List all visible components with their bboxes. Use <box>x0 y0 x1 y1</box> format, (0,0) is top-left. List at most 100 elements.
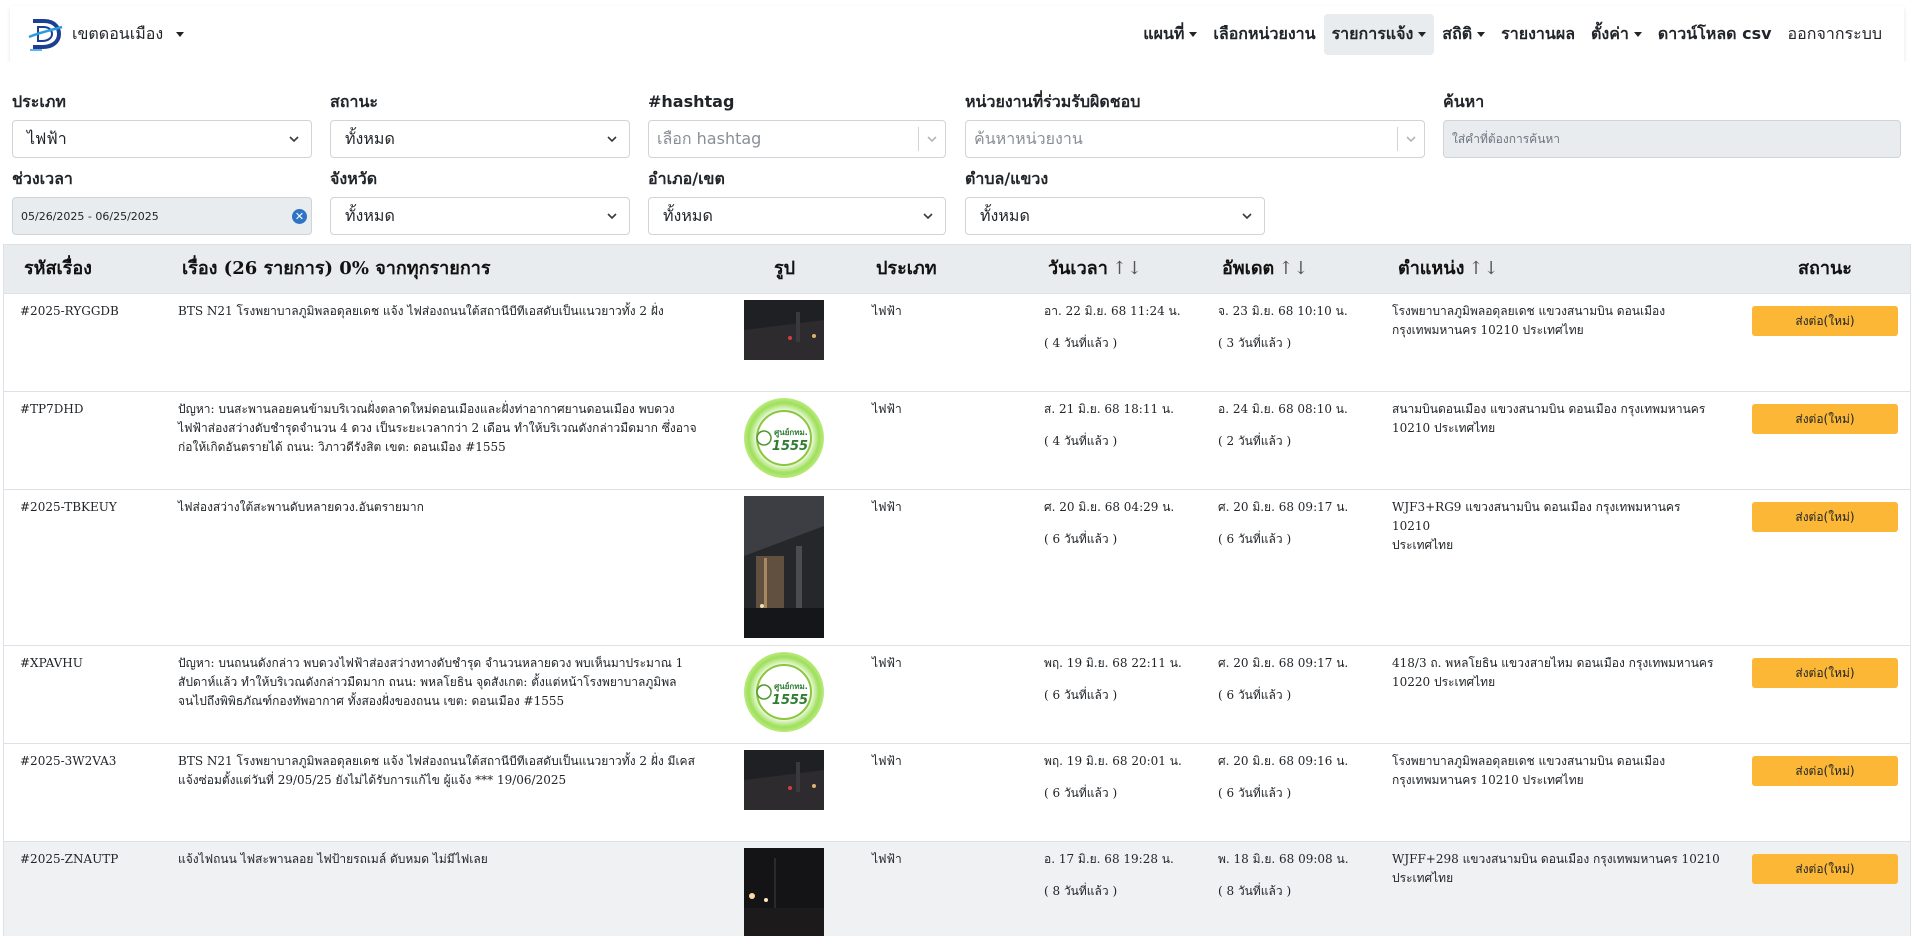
report-photo[interactable] <box>744 750 824 810</box>
report-title-line: ไฟฟ้าส่องสว่างดับชำรุดจำนวน 4 ดวง เป็นระ… <box>178 421 697 435</box>
district-select[interactable]: ทั้งหมด <box>648 197 946 235</box>
chevron-down-icon <box>1418 31 1427 37</box>
status-button[interactable]: ส่งต่อ(ใหม่) <box>1752 306 1898 336</box>
header-title: เรื่อง (26 รายการ) 0% จากทุกรายการ <box>182 258 491 279</box>
report-id[interactable]: #XPAVHU <box>20 654 83 673</box>
search-filter-label: ค้นหา <box>1443 92 1485 111</box>
agency-select[interactable]: ค้นหาหน่วยงาน <box>965 120 1425 158</box>
hashtag-select[interactable]: เลือก hashtag <box>648 120 946 158</box>
report-photo[interactable] <box>744 848 824 936</box>
nav-item[interactable]: สถิติ <box>1434 14 1493 55</box>
nav-item[interactable]: ออกจากระบบ <box>1780 14 1890 55</box>
updated-ago: ( 3 วันที่แล้ว ) <box>1218 336 1292 350</box>
nav-item[interactable]: เลือกหน่วยงาน <box>1205 14 1323 55</box>
report-thumbnail[interactable] <box>744 848 824 936</box>
table-row[interactable]: #2025-3W2VA3 BTS N21 โรงพยาบาลภูมิพลอดุลย… <box>4 744 1910 842</box>
type-select[interactable]: ไฟฟ้า <box>12 120 312 158</box>
status-filter-label: สถานะ <box>330 92 378 111</box>
province-select[interactable]: ทั้งหมด <box>330 197 630 235</box>
datetime-value: พฤ. 19 มิ.ย. 68 20:01 น. <box>1044 754 1182 768</box>
chevron-down-icon <box>607 213 617 220</box>
chevron-down-icon <box>176 31 185 37</box>
sort-icon[interactable]: ↑↓ <box>1468 258 1498 279</box>
table-row[interactable]: #2025-RYGGDB BTS N21 โรงพยาบาลภูมิพลอดุลย… <box>4 294 1910 392</box>
chevron-down-icon <box>289 136 299 143</box>
status-button[interactable]: ส่งต่อ(ใหม่) <box>1752 854 1898 884</box>
clear-date-icon[interactable]: ✕ <box>292 208 307 224</box>
report-id[interactable]: #2025-3W2VA3 <box>20 752 116 771</box>
district-name: เขตดอนเมือง <box>72 23 164 43</box>
status-button[interactable]: ส่งต่อ(ใหม่) <box>1752 404 1898 434</box>
subdistrict-select[interactable]: ทั้งหมด <box>965 197 1265 235</box>
header-datetime[interactable]: วันเวลา ↑↓ <box>1048 245 1142 293</box>
1555-logo-icon: ศูนย์กทม. 1555 <box>744 652 824 732</box>
report-datetime: ส. 21 มิ.ย. 68 18:11 น. ( 4 วันที่แล้ว ) <box>1044 400 1174 451</box>
nav-item[interactable]: แผนที่ <box>1135 14 1205 55</box>
sort-icon[interactable]: ↑↓ <box>1278 258 1308 279</box>
nav-item[interactable]: รายการแจ้ง <box>1323 13 1435 55</box>
district-selector[interactable]: เขตดอนเมือง <box>26 15 185 53</box>
nav-item[interactable]: รายงานผล <box>1493 14 1583 55</box>
report-title-line: ปัญหา: บนสะพานลอยคนข้ามบริเวณฝั่งตลาดใหม… <box>178 402 675 416</box>
status-button[interactable]: ส่งต่อ(ใหม่) <box>1752 502 1898 532</box>
date-range-input[interactable]: 05/26/2025 - 06/25/2025 ✕ <box>12 197 312 235</box>
table-row[interactable]: #TP7DHD ปัญหา: บนสะพานลอยคนข้ามบริเวณฝั่ง… <box>4 392 1910 490</box>
hashtag-filter: #hashtag เลือก hashtag <box>648 90 946 158</box>
location-line: โรงพยาบาลภูมิพลอดุลยเดช แขวงสนามบิน ดอนเ… <box>1392 754 1666 768</box>
header-location[interactable]: ตำแหน่ง ↑↓ <box>1398 245 1499 293</box>
nav-item-label: รายการแจ้ง <box>1331 23 1414 43</box>
table-row[interactable]: #2025-TBKEUY ไฟส่องสว่างใต้สะพานดับหลายดว… <box>4 490 1910 646</box>
header-updated-label: อัพเดต <box>1222 258 1275 279</box>
nav-item-label: ออกจากระบบ <box>1787 23 1882 43</box>
report-title-line: BTS N21 โรงพยาบาลภูมิพลอดุลยเดช แจ้ง ไฟส… <box>178 304 664 318</box>
report-thumbnail[interactable] <box>744 750 824 810</box>
status-select-value: ทั้งหมด <box>345 128 395 148</box>
sort-icon[interactable]: ↑↓ <box>1112 258 1142 279</box>
report-title-line: ก่อให้เกิดอันตรายได้ ถนน: วิภาวดีรังสิต … <box>178 440 506 454</box>
type-filter-label: ประเภท <box>12 92 66 111</box>
table-row[interactable]: #2025-ZNAUTP แจ้งไฟถนน ไฟสะพานลอย ไฟป้ายร… <box>4 842 1910 936</box>
report-title: ปัญหา: บนสะพานลอยคนข้ามบริเวณฝั่งตลาดใหม… <box>178 400 698 457</box>
status-select[interactable]: ทั้งหมด <box>330 120 630 158</box>
report-id[interactable]: #2025-TBKEUY <box>20 498 117 517</box>
report-id[interactable]: #2025-ZNAUTP <box>20 850 118 869</box>
table-header: รหัสเรื่อง เรื่อง (26 รายการ) 0% จากทุกร… <box>4 244 1910 294</box>
nav-item-label: ตั้งค่า <box>1591 23 1629 43</box>
period-filter-label: ช่วงเวลา <box>12 169 73 188</box>
report-thumbnail[interactable] <box>744 496 824 638</box>
report-title: ไฟส่องสว่างใต้สะพานดับหลายดวง.อันตรายมาก <box>178 498 698 517</box>
chevron-down-icon <box>923 213 933 220</box>
report-type: ไฟฟ้า <box>872 402 902 416</box>
location-line: ประเทศไทย <box>1392 538 1454 552</box>
report-id[interactable]: #2025-RYGGDB <box>20 302 119 321</box>
report-photo[interactable] <box>744 300 824 360</box>
datetime-ago: ( 8 วันที่แล้ว ) <box>1044 884 1118 898</box>
updated-value: พ. 18 มิ.ย. 68 09:08 น. <box>1218 852 1349 866</box>
header-updated[interactable]: อัพเดต ↑↓ <box>1222 245 1308 293</box>
subdistrict-filter: ตำบล/แขวง ทั้งหมด <box>965 167 1265 235</box>
search-input[interactable]: ใส่คำที่ต้องการค้นหา <box>1443 120 1901 158</box>
header-datetime-label: วันเวลา <box>1048 258 1108 279</box>
nav-item[interactable]: ดาวน์โหลด csv <box>1650 14 1780 55</box>
report-title-line: ปัญหา: บนถนนดังกล่าว พบดวงไฟฟ้าส่องสว่าง… <box>178 656 684 670</box>
district-filter-label: อำเภอ/เขต <box>648 169 725 188</box>
chevron-down-icon <box>1477 31 1486 37</box>
report-type: ไฟฟ้า <box>872 656 902 670</box>
report-title-line: แจ้งซ่อมตั้งแต่วันที่ 29/05/25 ยังไม่ได้… <box>178 773 567 787</box>
updated-ago: ( 6 วันที่แล้ว ) <box>1218 532 1292 546</box>
status-button[interactable]: ส่งต่อ(ใหม่) <box>1752 658 1898 688</box>
chevron-down-icon <box>1633 31 1642 37</box>
report-type: ไฟฟ้า <box>872 754 902 768</box>
report-updated: ศ. 20 มิ.ย. 68 09:16 น. ( 6 วันที่แล้ว ) <box>1218 752 1348 803</box>
status-button[interactable]: ส่งต่อ(ใหม่) <box>1752 756 1898 786</box>
report-thumbnail[interactable]: ศูนย์กทม. 1555 <box>744 652 824 732</box>
province-select-value: ทั้งหมด <box>345 205 395 225</box>
report-thumbnail[interactable]: ศูนย์กทม. 1555 <box>744 398 824 478</box>
nav-item-label: แผนที่ <box>1143 23 1185 43</box>
report-thumbnail[interactable] <box>744 300 824 360</box>
nav-item[interactable]: ตั้งค่า <box>1583 14 1650 55</box>
table-row[interactable]: #XPAVHU ปัญหา: บนถนนดังกล่าว พบดวงไฟฟ้าส่… <box>4 646 1910 744</box>
report-photo[interactable] <box>744 496 824 638</box>
report-id[interactable]: #TP7DHD <box>20 400 83 419</box>
report-title: BTS N21 โรงพยาบาลภูมิพลอดุลยเดช แจ้ง ไฟส… <box>178 752 698 790</box>
